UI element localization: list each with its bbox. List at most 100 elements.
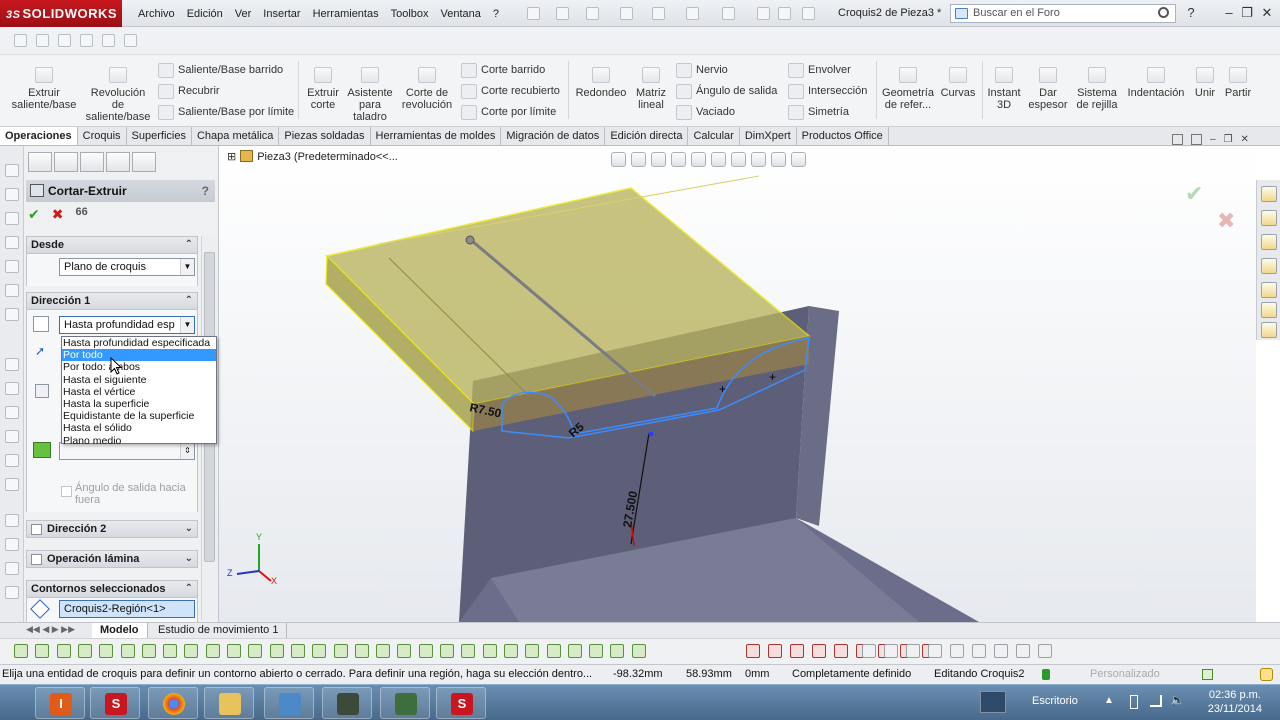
sketch-tool-icon[interactable] (5, 284, 19, 297)
bottom-tool-icon[interactable] (631, 644, 646, 658)
sketch-tool-icon[interactable] (14, 34, 27, 47)
taskbar-clock[interactable]: 02:36 p.m. 23/11/2014 (1208, 688, 1262, 716)
ok-button[interactable]: ✔ (28, 206, 40, 226)
unir-button[interactable]: Unir (1190, 67, 1220, 99)
expand-icon[interactable]: ⌄ (185, 521, 193, 537)
dar-espesor-button[interactable]: Dar espesor (1026, 67, 1070, 111)
sketch-entity-icon[interactable] (790, 644, 804, 658)
reverse-direction-icon[interactable] (33, 316, 49, 332)
nervio-button[interactable]: Nervio (676, 63, 728, 78)
help-icon[interactable]: ? (1183, 5, 1199, 20)
view-palette-icon[interactable] (1261, 282, 1277, 298)
bottom-tool-icon[interactable] (312, 644, 327, 658)
tab-piezas-soldadas[interactable]: Piezas soldadas (279, 127, 371, 145)
confirm-corner-cancel-icon[interactable]: ✖ (1217, 208, 1235, 233)
vaciado-button[interactable]: Vaciado (676, 105, 735, 120)
pm-help-icon[interactable]: ? (202, 180, 209, 202)
search-input[interactable]: Buscar en el Foro (950, 4, 1176, 23)
save-icon[interactable] (620, 7, 633, 20)
sketch-tool-icon[interactable] (5, 382, 19, 395)
simetria-button[interactable]: Simetría (788, 105, 849, 120)
collapse-icon[interactable]: ⌃ (185, 293, 193, 309)
appearances-icon[interactable] (1261, 302, 1277, 318)
feature-tree-tab-icon[interactable] (28, 152, 52, 172)
bottom-tool-icon[interactable] (440, 644, 454, 658)
dropdown-option[interactable]: Hasta el siguiente (62, 374, 216, 386)
sketch-tool-icon[interactable] (5, 586, 19, 599)
geometria-referencia-button[interactable]: Geometría de refer... (880, 67, 936, 111)
tab-herramientas-moldes[interactable]: Herramientas de moldes (371, 127, 502, 145)
sketch-tool-icon[interactable] (5, 454, 19, 467)
bottom-tool-icon[interactable] (503, 644, 518, 658)
bottom-tool-icon[interactable] (354, 644, 369, 658)
sketch-tool-icon[interactable] (884, 644, 898, 658)
bottom-tool-icon[interactable] (482, 644, 497, 658)
bottom-tool-icon[interactable] (269, 644, 284, 658)
new-file-icon[interactable] (556, 7, 569, 20)
recubrir-button[interactable]: Recubrir (158, 84, 220, 99)
tab-chapa-metalica[interactable]: Chapa metálica (192, 127, 280, 145)
bottom-tool-icon[interactable] (77, 644, 92, 658)
collapse-icon[interactable]: ⌃ (185, 581, 193, 597)
sketch-tool-icon[interactable] (994, 644, 1008, 658)
tile-icon[interactable] (1172, 134, 1183, 145)
bottom-tool-icon[interactable] (333, 644, 348, 658)
menu-herramientas[interactable]: Herramientas (307, 8, 385, 20)
bottom-tool-icon[interactable] (205, 644, 220, 658)
cancel-button[interactable]: ✖ (52, 206, 64, 226)
corte-limite-button[interactable]: Corte por límite (461, 105, 556, 120)
restore-button[interactable]: ❐ (1239, 5, 1255, 21)
menu-toolbox[interactable]: Toolbox (385, 8, 435, 20)
matriz-lineal-button[interactable]: Matriz lineal (630, 67, 672, 111)
end-condition-dropdown[interactable]: Hasta profundidad especificada Por todo … (61, 336, 217, 447)
solidworks-resources-icon[interactable] (1261, 186, 1277, 202)
file-properties-icon[interactable] (778, 7, 791, 20)
confirm-corner-ok-icon[interactable]: ✔ (1185, 181, 1203, 206)
battery-icon[interactable] (1130, 695, 1138, 709)
draft-outward-checkbox[interactable] (61, 486, 72, 497)
bottom-tool-icon[interactable] (99, 644, 114, 658)
taskbar-app-photos[interactable] (264, 687, 314, 719)
sketch-tool-icon[interactable] (950, 644, 964, 658)
sketch-tool-icon[interactable] (5, 478, 19, 491)
collapse-icon[interactable]: ⌃ (185, 237, 193, 253)
taskbar-app-inventor[interactable]: I (35, 687, 85, 719)
bottom-tool-icon[interactable] (35, 644, 50, 658)
sketch-tool-icon[interactable] (5, 538, 19, 551)
home-icon[interactable] (1261, 210, 1277, 226)
volume-icon[interactable]: 🔈 (1170, 693, 1185, 707)
units-icon[interactable] (1202, 669, 1213, 680)
select-icon[interactable] (722, 7, 735, 20)
contour-selection-list[interactable]: Croquis2-Región<1> (59, 600, 195, 618)
tab-estudio-movimiento[interactable]: Estudio de movimiento 1 (150, 623, 288, 638)
bottom-tool-icon[interactable] (525, 644, 540, 658)
dimxpert-tab-icon[interactable] (106, 152, 130, 172)
file-explorer-icon[interactable] (1261, 258, 1277, 274)
bottom-tool-icon[interactable] (610, 644, 625, 658)
sketch-tool-icon[interactable] (5, 406, 19, 419)
tab-modelo[interactable]: Modelo (92, 623, 148, 638)
section-operacion-lamina[interactable]: Operación lámina ⌄ (26, 550, 198, 568)
rebuild-status-icon[interactable] (1042, 669, 1050, 680)
extruir-corte-button[interactable]: Extruir corte (302, 67, 344, 111)
sketch-tool-icon[interactable] (862, 644, 876, 658)
desde-select[interactable]: Plano de croquis ▼ (59, 258, 195, 276)
bottom-tool-icon[interactable] (248, 644, 263, 658)
sketch-tool-icon[interactable] (5, 308, 19, 321)
bottom-tool-icon[interactable] (56, 644, 71, 658)
menu-archivo[interactable]: Archivo (132, 8, 181, 20)
sketch-tool-icon[interactable] (124, 34, 137, 47)
sketch-tool-icon[interactable] (5, 358, 19, 371)
dropdown-option[interactable]: Hasta profundidad especificada (62, 337, 216, 349)
dropdown-option[interactable]: Hasta el sólido (62, 422, 216, 434)
search-icon[interactable] (1158, 7, 1169, 18)
bottom-tool-icon[interactable] (589, 644, 604, 658)
sketch-tool-icon[interactable] (36, 34, 49, 47)
corte-recubierto-button[interactable]: Corte recubierto (461, 84, 560, 99)
signal-icon[interactable] (1150, 695, 1162, 707)
taskbar-app-solidworks[interactable]: S (436, 687, 486, 719)
sistema-rejilla-button[interactable]: Sistema de rejilla (1072, 67, 1122, 111)
desktop-toolbar[interactable]: Escritorio (1032, 695, 1078, 707)
sketch-entity-icon[interactable] (812, 644, 826, 658)
menu-help[interactable]: ? (487, 8, 505, 20)
